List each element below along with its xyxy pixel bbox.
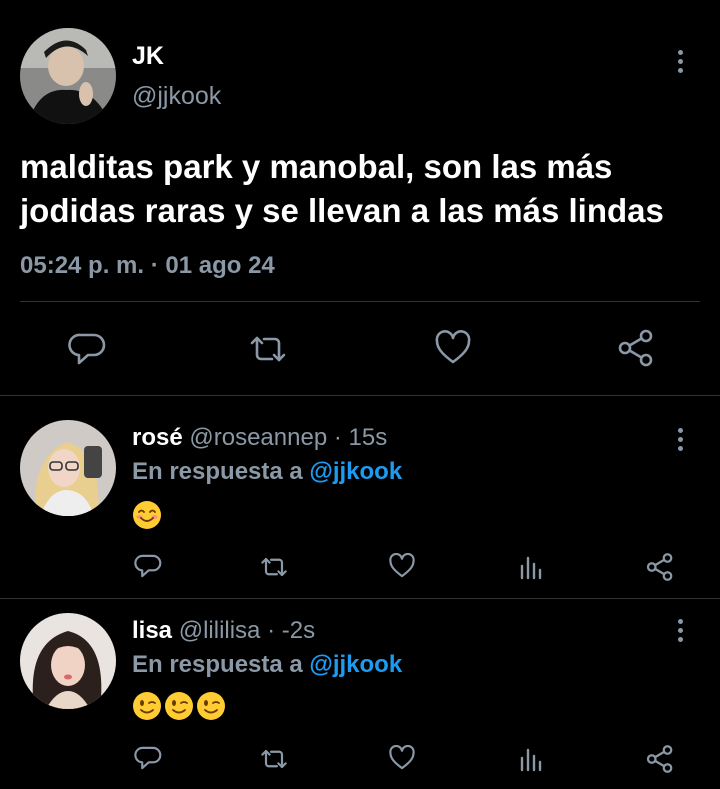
reply-icon[interactable] [68, 331, 106, 367]
main-tweet: JK @jjkook malditas park y manobal, son … [0, 0, 720, 395]
share-icon[interactable] [616, 328, 656, 368]
more-options-icon[interactable] [678, 619, 690, 646]
retweet-icon[interactable] [258, 555, 290, 579]
reply-time: · 15s [333, 424, 388, 451]
mention-link[interactable]: @jjkook [309, 651, 402, 678]
tweet-timestamp[interactable]: 05:24 p. m. · 01 ago 24 [20, 252, 275, 280]
analytics-icon[interactable] [519, 554, 543, 580]
more-options-icon[interactable] [678, 428, 690, 455]
reply-author-name[interactable]: lisa [132, 617, 172, 644]
winking-face-emoji [197, 692, 225, 720]
share-icon[interactable] [645, 744, 675, 774]
avatar-photo [20, 420, 116, 516]
tweet-text: malditas park y manobal, son las más jod… [20, 148, 664, 229]
like-icon[interactable] [434, 330, 472, 366]
reply-author-handle[interactable]: @lililisa [179, 617, 261, 644]
winking-face-emoji [133, 692, 161, 720]
reply-avatar[interactable] [20, 613, 116, 709]
author-name[interactable]: JK [132, 42, 164, 71]
reply-item[interactable]: lisa @lililisa · -2s En respuesta a @jjk… [0, 599, 720, 789]
reply-icon[interactable] [134, 745, 162, 771]
winking-face-emoji [165, 692, 193, 720]
author-avatar[interactable] [20, 28, 116, 124]
reply-time: · -2s [267, 617, 316, 644]
reply-author-name[interactable]: rosé [132, 424, 183, 451]
divider [20, 301, 700, 302]
analytics-icon[interactable] [519, 746, 543, 772]
like-icon[interactable] [388, 745, 416, 771]
reply-text [132, 691, 226, 721]
reply-icon[interactable] [134, 553, 162, 579]
mention-link[interactable]: @jjkook [309, 458, 402, 485]
more-options-icon[interactable] [678, 50, 690, 77]
share-icon[interactable] [645, 552, 675, 582]
reply-text [132, 500, 162, 530]
reply-item[interactable]: rosé @roseannep · 15s En respuesta a @jj… [0, 396, 720, 598]
retweet-icon[interactable] [246, 333, 290, 365]
author-handle[interactable]: @jjkook [132, 82, 221, 111]
avatar-photo [20, 613, 116, 709]
reply-avatar[interactable] [20, 420, 116, 516]
retweet-icon[interactable] [258, 747, 290, 771]
like-icon[interactable] [388, 553, 416, 579]
replying-to-label: En respuesta a [132, 458, 310, 485]
avatar-photo [20, 28, 116, 124]
reply-author-handle[interactable]: @roseannep [189, 424, 327, 451]
smiling-face-emoji [133, 501, 161, 529]
replying-to-label: En respuesta a [132, 651, 310, 678]
